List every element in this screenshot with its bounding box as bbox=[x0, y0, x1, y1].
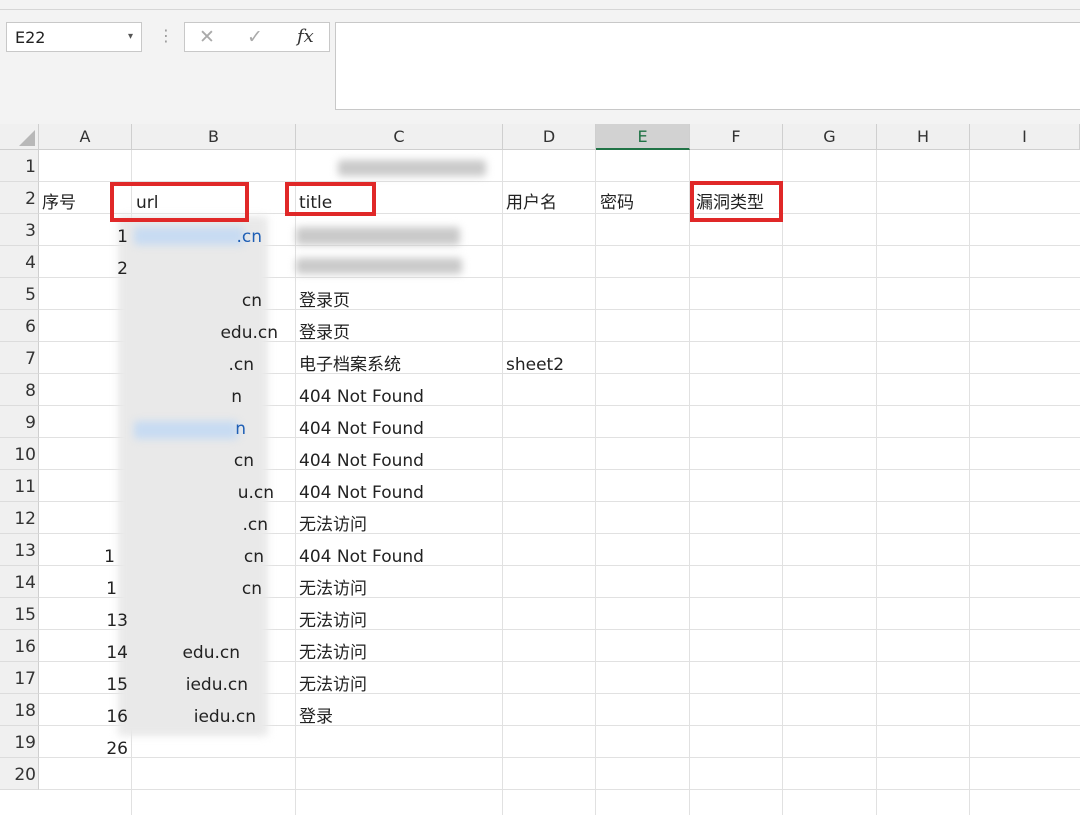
row-header[interactable]: 14 bbox=[0, 566, 39, 598]
cell-seq: 2 bbox=[117, 259, 128, 279]
gridline bbox=[295, 150, 296, 815]
row-header[interactable]: 1 bbox=[0, 150, 39, 182]
cell-seq: 1 bbox=[117, 227, 128, 247]
cell-url: u.cn bbox=[237, 483, 274, 503]
worksheet-grid[interactable]: A B C D E F G H I 1 2 3 4 5 6 7 8 9 10 1… bbox=[0, 124, 1080, 815]
cell-url: .cn bbox=[228, 355, 254, 375]
cell-seq: 15 bbox=[106, 675, 128, 695]
row-header[interactable]: 17 bbox=[0, 662, 39, 694]
cell-seq: 16 bbox=[106, 707, 128, 727]
column-header-d[interactable]: D bbox=[503, 124, 596, 150]
cell-seq: 13 bbox=[106, 611, 128, 631]
cell-url: n bbox=[231, 387, 242, 407]
name-box[interactable]: E22 ▾ bbox=[6, 22, 142, 52]
cell-title: 无法访问 bbox=[299, 515, 367, 535]
gridline bbox=[876, 150, 877, 815]
gridline bbox=[595, 150, 596, 815]
cell-title: 404 Not Found bbox=[299, 547, 424, 567]
highlight-box-vuln-type bbox=[690, 181, 783, 222]
gridline bbox=[39, 757, 1080, 758]
column-header-e[interactable]: E bbox=[596, 124, 690, 150]
column-header-g[interactable]: G bbox=[783, 124, 877, 150]
gridline bbox=[689, 150, 690, 815]
cell-url: n bbox=[235, 419, 246, 439]
gridline bbox=[39, 789, 1080, 790]
cell-url: cn bbox=[233, 451, 254, 471]
cell-seq: 1 bbox=[104, 547, 115, 567]
row-header[interactable]: 2 bbox=[0, 182, 39, 214]
column-header-b[interactable]: B bbox=[132, 124, 296, 150]
row-header[interactable]: 5 bbox=[0, 278, 39, 310]
cell-seq: 1 bbox=[106, 579, 117, 599]
cell-title: 无法访问 bbox=[299, 579, 367, 599]
cell-url: iedu.cn bbox=[185, 675, 248, 695]
row-header[interactable]: 18 bbox=[0, 694, 39, 726]
cell-title: 无法访问 bbox=[299, 675, 367, 695]
row-header[interactable]: 9 bbox=[0, 406, 39, 438]
row-header[interactable]: 7 bbox=[0, 342, 39, 374]
cell-d: sheet2 bbox=[506, 355, 565, 375]
row-header[interactable]: 4 bbox=[0, 246, 39, 278]
row-header[interactable]: 13 bbox=[0, 534, 39, 566]
column-header-h[interactable]: H bbox=[877, 124, 970, 150]
row-header[interactable]: 16 bbox=[0, 630, 39, 662]
formula-bar: E22 ▾ ⋮ ✕ ✓ fx bbox=[0, 10, 1080, 124]
chevron-down-icon[interactable]: ▾ bbox=[128, 31, 133, 42]
header-password: 密码 bbox=[600, 193, 634, 213]
cell-title: 无法访问 bbox=[299, 611, 367, 631]
name-box-value: E22 bbox=[15, 28, 46, 47]
formula-input[interactable] bbox=[335, 22, 1080, 110]
row-header[interactable]: 19 bbox=[0, 726, 39, 758]
ribbon-remnant bbox=[0, 0, 1080, 10]
cell-title: 404 Not Found bbox=[299, 419, 424, 439]
header-seq: 序号 bbox=[42, 193, 76, 213]
cell-url: edu.cn bbox=[182, 643, 240, 663]
cell-seq: 14 bbox=[106, 643, 128, 663]
cell-title: 404 Not Found bbox=[299, 387, 424, 407]
more-vertical-icon: ⋮ bbox=[158, 26, 174, 45]
cell-seq: 26 bbox=[106, 739, 128, 759]
column-header-a[interactable]: A bbox=[39, 124, 132, 150]
cell-url: cn bbox=[241, 291, 262, 311]
fx-icon[interactable]: fx bbox=[297, 26, 314, 47]
column-header-c[interactable]: C bbox=[296, 124, 503, 150]
check-icon[interactable]: ✓ bbox=[247, 26, 263, 48]
column-header-f[interactable]: F bbox=[690, 124, 783, 150]
formula-buttons: ✕ ✓ fx bbox=[184, 22, 330, 52]
select-all-corner[interactable] bbox=[0, 124, 39, 150]
row-header[interactable]: 15 bbox=[0, 598, 39, 630]
cell-title: 404 Not Found bbox=[299, 451, 424, 471]
cell-title: 登录 bbox=[299, 707, 333, 727]
column-header-i[interactable]: I bbox=[970, 124, 1080, 150]
cancel-icon[interactable]: ✕ bbox=[199, 26, 215, 48]
redacted-area bbox=[296, 227, 460, 245]
cell-url: iedu.cn bbox=[193, 707, 256, 727]
gridline bbox=[502, 150, 503, 815]
row-header[interactable]: 8 bbox=[0, 374, 39, 406]
row-header[interactable]: 10 bbox=[0, 438, 39, 470]
triangle-icon bbox=[19, 130, 35, 146]
cell-url: cn bbox=[241, 579, 262, 599]
cell-url: .cn bbox=[236, 227, 262, 247]
gridline bbox=[969, 150, 970, 815]
header-username: 用户名 bbox=[506, 193, 557, 213]
cell-url: edu.cn bbox=[220, 323, 278, 343]
row-header[interactable]: 3 bbox=[0, 214, 39, 246]
highlight-box-title bbox=[285, 182, 376, 216]
highlight-box-url bbox=[110, 182, 249, 222]
cell-url: .cn bbox=[242, 515, 268, 535]
redacted-area bbox=[296, 258, 462, 274]
row-header[interactable]: 12 bbox=[0, 502, 39, 534]
cell-title: 登录页 bbox=[299, 323, 350, 343]
row-header[interactable]: 20 bbox=[0, 758, 39, 790]
cell-title: 登录页 bbox=[299, 291, 350, 311]
cell-title: 404 Not Found bbox=[299, 483, 424, 503]
cell-url: cn bbox=[243, 547, 264, 567]
cell-title: 电子档案系统 bbox=[299, 355, 401, 375]
row-header[interactable]: 6 bbox=[0, 310, 39, 342]
gridline bbox=[782, 150, 783, 815]
cell-title: 无法访问 bbox=[299, 643, 367, 663]
row-header[interactable]: 11 bbox=[0, 470, 39, 502]
redacted-area bbox=[338, 160, 486, 176]
